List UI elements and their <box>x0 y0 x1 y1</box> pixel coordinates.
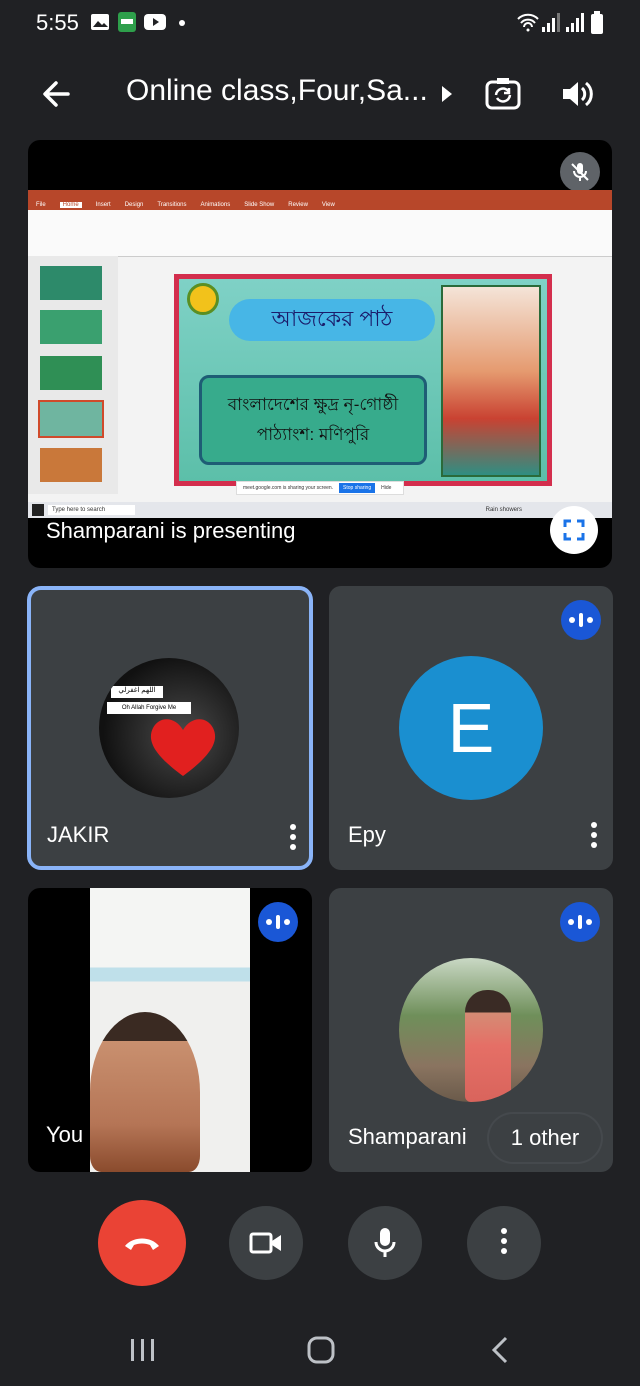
status-bar: 5:55 <box>0 0 640 50</box>
gallery-icon <box>91 14 109 30</box>
back-arrow-icon[interactable] <box>40 78 72 110</box>
audio-level-badge <box>561 600 601 640</box>
slide-body: বাংলাদেশের ক্ষুদ্র নৃ-গোষ্ঠী পাঠ্যাংশ: ম… <box>199 375 427 465</box>
signal-icon <box>566 13 584 32</box>
others-chip[interactable]: 1 other <box>489 1114 601 1162</box>
participant-name: You <box>46 1122 84 1147</box>
hide-button[interactable]: Hide <box>381 485 391 491</box>
participant-tile-you[interactable]: You <box>28 888 312 1172</box>
avatar: E <box>399 656 543 800</box>
ribbon-tab[interactable]: Transitions <box>157 202 186 208</box>
signal-icon <box>542 13 560 32</box>
chevron-right-icon[interactable] <box>440 84 454 104</box>
microphone-button[interactable] <box>348 1206 422 1280</box>
microphone-icon <box>374 1228 396 1257</box>
participant-name: JAKIR <box>47 822 110 847</box>
participant-tile-jakir[interactable]: اللهم اغفرلي Oh Allah Forgive Me JAKIR <box>27 586 313 870</box>
more-options-icon <box>500 1228 508 1258</box>
ribbon-tab[interactable]: Insert <box>96 202 111 208</box>
participant-name: Epy <box>348 822 386 847</box>
hang-up-icon <box>125 1238 159 1250</box>
ribbon-tab[interactable]: Design <box>125 202 144 208</box>
ribbon-tab[interactable]: View <box>322 202 335 208</box>
slide-thumbnail[interactable] <box>40 356 102 390</box>
dot-icon <box>179 20 185 26</box>
video-camera-icon <box>249 1232 281 1254</box>
home-icon[interactable] <box>306 1335 336 1365</box>
fullscreen-button[interactable] <box>550 506 598 554</box>
system-nav-bar <box>0 1308 640 1386</box>
app-icon <box>118 12 136 32</box>
dancer-image <box>441 285 541 477</box>
battery-icon <box>591 11 603 34</box>
avatar <box>399 958 543 1102</box>
profile-person <box>465 990 511 1102</box>
ribbon-toolbar <box>28 210 612 257</box>
slide-thumbnail[interactable] <box>40 448 102 482</box>
status-time: 5:55 <box>36 10 79 35</box>
self-video <box>90 888 250 1172</box>
taskbar-search[interactable]: Type here to search <box>48 505 136 515</box>
meeting-title[interactable]: Online class,Four,Sa... <box>126 74 428 108</box>
participant-tile-epy[interactable]: E Epy <box>329 586 613 870</box>
slide-thumbnail[interactable] <box>40 310 102 344</box>
shared-screen: File Home Insert Design Transitions Anim… <box>28 190 612 518</box>
audio-level-icon <box>569 613 593 627</box>
more-options-icon[interactable] <box>590 822 598 852</box>
participant-name: Shamparani <box>348 1124 467 1149</box>
avatar-caption: اللهم اغفرلي <box>111 686 163 698</box>
presentation-tile[interactable]: File Home Insert Design Transitions Anim… <box>28 140 612 568</box>
more-options-icon[interactable] <box>289 824 297 854</box>
current-slide: আজকের পাঠ বাংলাদেশের ক্ষুদ্র নৃ-গোষ্ঠী প… <box>174 274 552 486</box>
audio-level-icon <box>266 915 290 929</box>
windows-taskbar: Type here to search Rain showers <box>28 502 612 518</box>
sharing-notice: meet.google.com is sharing your screen. … <box>236 481 404 495</box>
stop-sharing-button[interactable]: Stop sharing <box>339 483 376 493</box>
sunflower-icon <box>187 283 219 315</box>
mic-off-badge <box>560 152 600 192</box>
self-video-person <box>90 1012 200 1172</box>
heart-icon <box>150 719 216 776</box>
windows-start-icon[interactable] <box>32 504 44 516</box>
mic-off-icon <box>571 163 589 181</box>
slide-line: বাংলাদেশের ক্ষুদ্র নৃ-গোষ্ঠী <box>227 395 399 414</box>
slide-thumbnail[interactable] <box>38 400 104 438</box>
weather-text: Rain showers <box>485 507 522 513</box>
audio-level-badge <box>560 902 600 942</box>
ribbon-tabs: File Home Insert Design Transitions Anim… <box>28 200 612 210</box>
ribbon-tab[interactable]: Animations <box>201 202 231 208</box>
slide-thumbnail[interactable] <box>40 266 102 300</box>
audio-level-badge <box>258 902 298 942</box>
end-call-button[interactable] <box>98 1200 186 1286</box>
ribbon-tab[interactable]: Home <box>59 202 82 208</box>
fullscreen-icon <box>563 519 585 541</box>
ribbon-tab[interactable]: Review <box>288 202 308 208</box>
recent-apps-icon[interactable] <box>130 1338 156 1362</box>
slide-title: আজকের পাঠ <box>229 299 435 341</box>
participant-tile-shamparani[interactable]: Shamparani 1 other <box>329 888 613 1172</box>
back-icon[interactable] <box>490 1336 510 1364</box>
switch-camera-icon[interactable] <box>484 76 522 112</box>
audio-level-icon <box>568 915 592 929</box>
presenting-caption: Shamparani is presenting <box>46 518 296 543</box>
more-options-button[interactable] <box>467 1206 541 1280</box>
ribbon-tab[interactable]: Slide Show <box>244 202 274 208</box>
youtube-icon <box>144 14 166 30</box>
slide-thumbnails <box>28 256 118 494</box>
sharing-notice-text: meet.google.com is sharing your screen. <box>243 485 334 491</box>
avatar: اللهم اغفرلي Oh Allah Forgive Me <box>99 658 239 798</box>
slide-line: পাঠ্যাংশ: মণিপুরি <box>256 425 370 444</box>
camera-button[interactable] <box>229 1206 303 1280</box>
speaker-icon[interactable] <box>560 78 594 110</box>
ribbon-tab[interactable]: File <box>36 202 46 208</box>
powerpoint-titlebar <box>28 190 612 200</box>
wifi-icon <box>517 13 539 32</box>
